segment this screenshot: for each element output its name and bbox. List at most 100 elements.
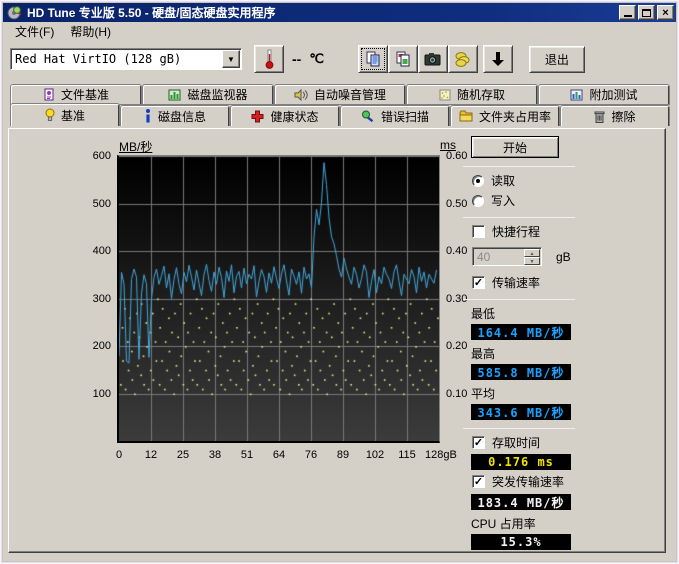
copy-image-icon [395, 51, 411, 67]
x-tick-label: 76 [297, 449, 325, 461]
tab-error-scan[interactable]: 错误扫描 [340, 105, 450, 126]
x-tick-label: 38 [201, 449, 229, 461]
burst-rate-checkbox[interactable]: 突发传输速率 [472, 473, 635, 490]
short-stroke-checkbox[interactable]: 快捷行程 [472, 223, 635, 240]
access-time-display: 0.176 ms [471, 454, 571, 470]
read-radio-label: 读取 [491, 172, 515, 189]
random-access-icon [439, 89, 451, 101]
copy-image-button[interactable] [388, 45, 418, 73]
drive-select[interactable]: Red Hat VirtIO (128 gB) ▼ [10, 48, 242, 70]
copy-text-button[interactable] [358, 45, 388, 73]
tab-extra-tests[interactable]: 附加测试 [538, 84, 670, 105]
x-tick-label: 12 [137, 449, 165, 461]
temperature-value: -- [292, 51, 301, 67]
menu-file[interactable]: 文件(F) [8, 21, 61, 42]
transfer-rate-checkbox[interactable]: 传输速率 [472, 274, 635, 291]
x-tick-label: 102 [361, 449, 389, 461]
chevron-down-icon[interactable]: ▼ [222, 50, 240, 68]
minimize-icon [624, 15, 632, 17]
spin-up-icon[interactable]: ▲ [524, 249, 540, 257]
benchmark-chart [117, 155, 440, 443]
buy-button[interactable] [448, 45, 478, 73]
checkbox-unchecked-icon [472, 225, 485, 238]
separator [463, 217, 575, 218]
trash-icon [594, 110, 605, 123]
y-left-tick-label: 300 [81, 293, 111, 305]
separator [463, 428, 575, 429]
y-axis-right-label: ms [440, 138, 456, 152]
download-arrow-icon [491, 51, 505, 67]
close-button[interactable]: × [657, 5, 674, 20]
checkbox-checked-icon [472, 475, 485, 488]
cpu-usage-label: CPU 占用率 [471, 515, 635, 532]
x-tick-label: 115 [393, 449, 421, 461]
maximize-button[interactable] [638, 5, 655, 20]
app-icon [7, 5, 22, 20]
y-left-tick-label: 100 [81, 388, 111, 400]
thermometer-icon [264, 49, 275, 69]
tab-disk-monitor[interactable]: 磁盘监视器 [142, 84, 274, 105]
exit-button[interactable]: 退出 [529, 46, 585, 73]
benchmark-page: MB/秒 ms 012253851647689102115128gB100200… [8, 128, 666, 553]
y-axis-left-label: MB/秒 [119, 138, 152, 155]
y-left-tick-label: 400 [81, 245, 111, 257]
coins-icon [455, 51, 471, 67]
x-tick-label: 25 [169, 449, 197, 461]
extra-tests-icon [570, 89, 583, 101]
tab-disk-info[interactable]: 磁盘信息 [120, 105, 230, 126]
read-radio[interactable]: 读取 [472, 172, 635, 189]
minimize-button[interactable] [619, 5, 636, 20]
burst-rate-label: 突发传输速率 [492, 473, 564, 490]
separator [463, 166, 575, 167]
access-time-label: 存取时间 [492, 434, 540, 451]
camera-icon [424, 52, 441, 66]
tab-file-benchmark[interactable]: 文件基准 [10, 84, 142, 105]
app-window: HD Tune 专业版 5.50 - 硬盘/固态硬盘实用程序 × 文件(F) 帮… [0, 0, 679, 564]
burst-rate-display: 183.4 MB/秒 [471, 494, 571, 510]
start-button[interactable]: 开始 [471, 136, 559, 158]
tab-aam[interactable]: 自动噪音管理 [274, 84, 406, 105]
screenshot-button[interactable] [418, 45, 448, 73]
tab-erase[interactable]: 擦除 [560, 105, 670, 126]
radio-selected-icon [472, 175, 484, 187]
write-radio[interactable]: 写入 [472, 192, 635, 209]
menu-bar: 文件(F) 帮助(H) [3, 22, 676, 41]
x-tick-label: 0 [105, 449, 133, 461]
tab-health[interactable]: 健康状态 [230, 105, 340, 126]
spinner-buttons[interactable]: ▲▼ [524, 249, 540, 265]
short-stroke-size-input[interactable]: 40 ▲▼ [472, 247, 542, 266]
toolbar: Red Hat VirtIO (128 gB) ▼ -- ℃ [3, 41, 676, 81]
disk-info-icon [144, 109, 152, 123]
temperature-button[interactable] [254, 45, 284, 73]
radio-unselected-icon [472, 195, 484, 207]
write-radio-label: 写入 [491, 192, 515, 209]
speaker-icon [294, 89, 308, 101]
cpu-usage-display: 15.3% [471, 534, 571, 550]
tab-random-access[interactable]: 随机存取 [406, 84, 538, 105]
x-tick-label: 89 [329, 449, 357, 461]
y-left-tick-label: 500 [81, 198, 111, 210]
short-stroke-size-value: 40 [473, 250, 524, 264]
y-left-tick-label: 200 [81, 340, 111, 352]
spin-down-icon[interactable]: ▼ [524, 257, 540, 265]
x-tick-label: 51 [233, 449, 261, 461]
error-scan-magnifier-icon [361, 110, 375, 123]
max-speed-display: 585.8 MB/秒 [471, 364, 571, 380]
maximize-icon [642, 9, 651, 17]
save-results-button[interactable] [483, 45, 513, 73]
tab-folder-usage[interactable]: 文件夹占用率 [450, 105, 560, 126]
menu-help[interactable]: 帮助(H) [63, 21, 118, 42]
min-speed-display: 164.4 MB/秒 [471, 324, 571, 340]
folder-icon [459, 110, 473, 122]
health-cross-icon [251, 110, 264, 123]
access-time-checkbox[interactable]: 存取时间 [472, 434, 635, 451]
avg-speed-label: 平均 [471, 385, 635, 402]
transfer-rate-label: 传输速率 [492, 274, 540, 291]
tab-benchmark[interactable]: 基准 [10, 103, 120, 126]
short-stroke-label: 快捷行程 [492, 223, 540, 240]
separator [463, 299, 575, 300]
drive-select-value: Red Hat VirtIO (128 gB) [11, 52, 222, 66]
benchmark-chart-canvas [119, 156, 439, 441]
title-bar: HD Tune 专业版 5.50 - 硬盘/固态硬盘实用程序 × [3, 3, 676, 22]
x-tick-label: 128gB [425, 449, 453, 461]
